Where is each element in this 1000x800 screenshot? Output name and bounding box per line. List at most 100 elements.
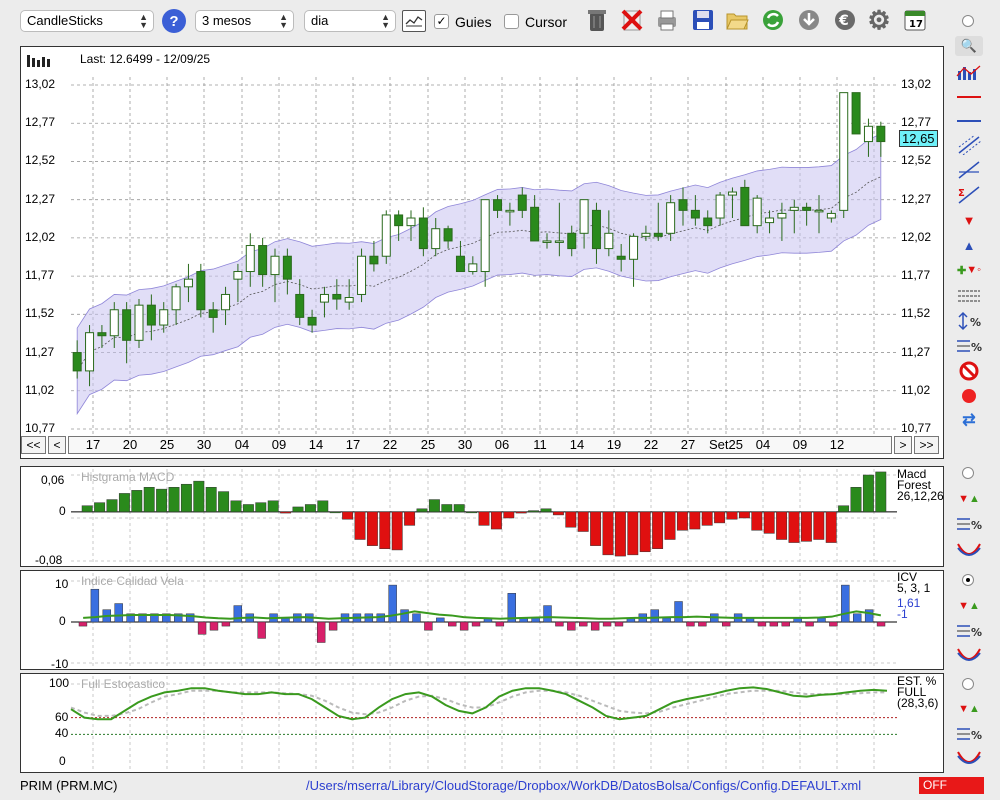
blue-line-icon[interactable] — [955, 111, 983, 131]
print-icon[interactable] — [654, 7, 680, 33]
ticker-label: PRIM (PRM.MC) — [20, 778, 118, 793]
icv-value2: -1 — [897, 607, 908, 621]
y-tick-label-right: 12,77 — [901, 115, 932, 130]
nav-first-button[interactable]: << — [21, 436, 46, 454]
macd-bar — [552, 511, 564, 516]
icv-bar — [698, 621, 707, 627]
bar-chart-icon[interactable] — [955, 63, 983, 83]
delete-icon[interactable] — [619, 7, 645, 33]
percent-range-icon[interactable]: % — [955, 311, 983, 331]
stop-icon[interactable] — [955, 361, 983, 381]
candle-body — [85, 332, 95, 372]
candle-body — [727, 191, 737, 196]
macd-bar — [751, 511, 763, 531]
svg-text:€: € — [838, 13, 849, 29]
crossing-lines-icon[interactable] — [955, 645, 983, 665]
y-tick-label-left: 11,52 — [25, 306, 55, 321]
panel-radio-main[interactable] — [962, 15, 974, 27]
percent-lines-icon[interactable]: % — [955, 514, 983, 534]
arrow-up-icon[interactable]: ▲ — [955, 235, 983, 255]
percent-lines-icon[interactable]: % — [955, 621, 983, 641]
macd-panel: Histgrama MACD Macd Forest 26,12,26 0,06… — [20, 466, 944, 567]
cursor-checkbox[interactable] — [504, 14, 519, 29]
icv-bar — [662, 617, 671, 623]
chart-type-select[interactable]: CandleSticks ▲ ▼ — [20, 10, 154, 32]
crossing-lines-icon[interactable] — [955, 748, 983, 768]
panel-radio-macd[interactable] — [962, 467, 974, 479]
percent-lines-icon[interactable]: % — [955, 336, 983, 356]
candle-body — [765, 217, 775, 224]
icv-bar — [400, 609, 409, 623]
refresh-icon[interactable] — [760, 7, 786, 33]
candle-body — [319, 293, 329, 303]
save-icon[interactable] — [690, 7, 716, 33]
arrow-down-icon[interactable]: ▼ — [955, 210, 983, 230]
guides-checkbox[interactable]: ✓ — [434, 14, 449, 29]
download-icon[interactable] — [796, 7, 822, 33]
icv-bar — [829, 621, 838, 627]
candle-body — [554, 240, 564, 243]
panel-radio-icv[interactable] — [962, 574, 974, 586]
period-value: 3 mesos — [202, 13, 252, 28]
icv-bar — [257, 621, 266, 639]
gear-icon[interactable]: ⚙ — [866, 5, 892, 35]
candle — [381, 210, 391, 264]
icv-bar — [114, 603, 123, 623]
candle-body — [542, 240, 552, 243]
macd-bar — [193, 480, 205, 513]
candle-body — [517, 194, 527, 211]
macd-bar — [242, 504, 254, 513]
signal-arrows-icon[interactable]: ▼ ▲ — [955, 596, 983, 616]
trash-icon[interactable] — [584, 7, 610, 33]
macd-bar — [676, 511, 688, 531]
icv-bar — [78, 621, 88, 627]
zoom-icon[interactable]: 🔍 — [955, 36, 983, 56]
price-chart[interactable] — [21, 47, 943, 458]
nav-next-button[interactable]: > — [894, 436, 912, 454]
y-tick-label-left: 12,77 — [25, 115, 56, 130]
icv-y-tick: 10 — [55, 577, 69, 591]
crossing-lines-icon[interactable] — [955, 540, 983, 560]
icv-bar — [328, 621, 338, 631]
macd-bar — [292, 506, 304, 513]
nav-next-label: > — [899, 438, 907, 452]
candle-body — [493, 199, 503, 211]
status-off-badge[interactable]: OFF — [919, 777, 984, 794]
candle-body — [344, 297, 354, 303]
signal-arrows-icon[interactable]: ▼ ▲ — [955, 699, 983, 719]
candle-body — [258, 245, 268, 276]
macd-bar — [614, 511, 626, 557]
grid-lines-icon[interactable] — [955, 286, 983, 306]
help-icon[interactable]: ? — [162, 9, 186, 33]
panel-radio-stoch[interactable] — [962, 678, 974, 690]
macd-bar — [503, 511, 515, 519]
swap-icon[interactable]: ⇄ — [955, 410, 983, 430]
fibonacci-icon[interactable]: Σ — [955, 185, 983, 205]
macd-bar — [466, 511, 478, 514]
macd-bar — [280, 511, 292, 514]
euro-icon[interactable]: € — [832, 7, 858, 33]
calendar-icon[interactable]: 17 — [902, 7, 928, 33]
icv-bar — [555, 621, 564, 627]
config-path-link[interactable]: /Users/mserra/Library/CloudStorage/Dropb… — [306, 778, 861, 793]
interval-select[interactable]: dia ▲ ▼ — [304, 10, 396, 32]
signal-arrows-icon[interactable]: ▼ ▲ — [955, 489, 983, 509]
icv-title: Indice Calidad Vela — [81, 574, 184, 588]
red-line-icon[interactable] — [955, 87, 983, 107]
icv-bar — [614, 621, 624, 627]
add-signal-icon[interactable]: ✚ ▼◦ — [955, 260, 983, 280]
trendline-icon[interactable] — [955, 160, 983, 180]
nav-prev-button[interactable]: < — [48, 436, 66, 454]
channel-icon[interactable] — [955, 135, 983, 155]
percent-lines-icon[interactable]: % — [955, 724, 983, 744]
macd-bar — [180, 483, 192, 513]
period-select[interactable]: 3 mesos ▲ ▼ — [195, 10, 294, 32]
candle-body — [876, 125, 886, 143]
x-tick-label: 14 — [569, 437, 585, 452]
chart-settings-icon[interactable] — [402, 10, 426, 32]
icv-y-tick: 0 — [59, 614, 66, 628]
open-folder-icon[interactable] — [724, 7, 750, 33]
nav-last-button[interactable]: >> — [914, 436, 939, 454]
record-icon[interactable] — [955, 386, 983, 406]
macd-bar — [131, 490, 143, 513]
